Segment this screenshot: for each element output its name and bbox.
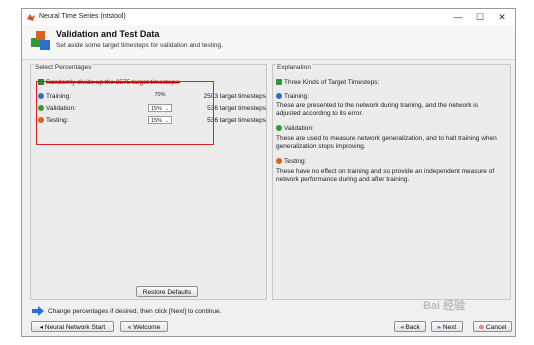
training-desc-1: These are presented to the network durin… (276, 102, 478, 109)
testing-timesteps: 536 target timesteps (207, 117, 266, 124)
welcome-button[interactable]: « Welcome (120, 321, 168, 332)
training-title: Training: (276, 93, 508, 101)
maximize-button[interactable]: ☐ (470, 11, 490, 23)
cubes-small-icon (276, 79, 282, 86)
green-dot-icon (276, 125, 282, 132)
next-button[interactable]: ▸ Next (431, 321, 463, 332)
training-desc-2: adjusted according to its error. (276, 110, 364, 117)
testing-desc-1: These have no effect on training and so … (276, 168, 495, 175)
validation-title-text: Validation: (284, 125, 314, 132)
validation-timesteps: 536 target timesteps (207, 105, 266, 112)
testing-title: Testing: (276, 158, 508, 166)
panel-label: Select Percentages (34, 64, 93, 71)
explanation-panel: Explanation Three Kinds of Target Timest… (272, 64, 511, 300)
highlight-box (36, 81, 214, 145)
testing-title-text: Testing: (284, 158, 307, 165)
validation-title: Validation: (276, 125, 508, 133)
neural-network-start-button[interactable]: ◂ Neural Network Start (31, 321, 114, 332)
matlab-icon (27, 14, 35, 21)
window-title: Neural Time Series (ntstool) (39, 13, 126, 20)
select-percentages-panel: Select Percentages Randomly divide up th… (30, 64, 267, 300)
page-title: Validation and Test Data (56, 29, 160, 39)
cancel-label: Cancel (486, 324, 507, 331)
cubes-icon (31, 31, 50, 50)
close-button[interactable]: ✕ (492, 11, 512, 23)
page-header: Validation and Test Data Set aside some … (22, 25, 515, 60)
explanation-heading: Three Kinds of Target Timesteps: (276, 79, 508, 87)
watermark: Bai 经验 (423, 300, 466, 312)
back-label: Back (405, 324, 420, 331)
panel-label: Explanation (276, 64, 312, 71)
arrow-right-icon (32, 306, 44, 316)
page-subtitle: Set aside some target timesteps for vali… (56, 42, 223, 49)
validation-desc-2: generalization stops improving. (276, 143, 366, 150)
testing-desc-2: network performance during and after tra… (276, 176, 410, 183)
welcome-label: Welcome (133, 324, 161, 331)
nn-start-label: Neural Network Start (44, 324, 106, 331)
next-label: Next (442, 324, 457, 331)
back-button[interactable]: ◂ Back (394, 321, 426, 332)
app-window: Neural Time Series (ntstool) — ☐ ✕ Valid… (21, 8, 516, 337)
orange-dot-icon (276, 158, 282, 165)
blue-dot-icon (276, 93, 282, 100)
cancel-button[interactable]: ⊗ Cancel (473, 321, 512, 332)
heading-text: Three Kinds of Target Timesteps: (284, 79, 380, 86)
validation-desc-1: These are used to measure network genera… (276, 135, 497, 142)
minimize-button[interactable]: — (448, 11, 468, 23)
restore-defaults-button[interactable]: Restore Defaults (136, 286, 198, 297)
training-title-text: Training: (284, 93, 310, 100)
cancel-icon: ⊗ (478, 324, 487, 331)
instruction-note: Change percentages if desired, then clic… (48, 308, 222, 315)
title-bar: Neural Time Series (ntstool) — ☐ ✕ (22, 9, 515, 25)
